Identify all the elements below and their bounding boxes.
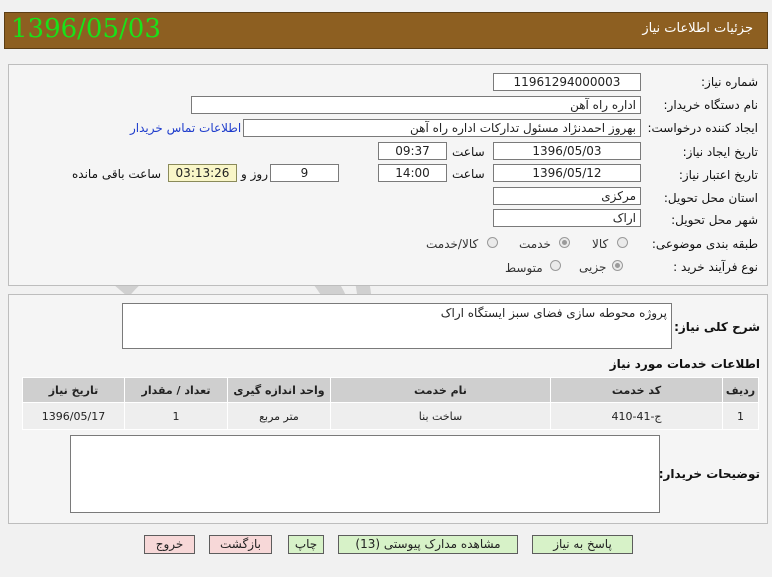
city-label: شهر محل تحویل:: [671, 213, 758, 227]
created-date-label: تاریخ ایجاد نیاز:: [682, 145, 758, 159]
validity-time-field: 14:00: [378, 164, 447, 182]
table-row: 1396/05/17 1 متر مربع ساخت بنا ج-41-410 …: [22, 402, 759, 430]
province-label: استان محل تحویل:: [663, 191, 758, 205]
buyer-notes-label: توضیحات خریدار:: [658, 467, 760, 481]
back-button[interactable]: بازگشت: [209, 535, 272, 554]
process-option-medium-label: متوسط: [505, 261, 543, 275]
created-date-field: 1396/05/03: [493, 142, 641, 160]
category-option-service-radio[interactable]: [559, 237, 570, 248]
header-date: 1396/05/03: [11, 14, 161, 44]
col-header-qty: تعداد / مقدار: [124, 377, 228, 403]
created-time-label: ساعت: [452, 145, 485, 159]
services-title: اطلاعات خدمات مورد نیاز: [609, 357, 760, 371]
category-option-goods-label: کالا: [592, 237, 609, 251]
days-remaining-field: 9: [270, 164, 339, 182]
cell-name: ساخت بنا: [330, 402, 551, 430]
need-number-field: 11961294000003: [493, 73, 641, 91]
validity-time-label: ساعت: [452, 167, 485, 181]
print-button[interactable]: چاپ: [288, 535, 324, 554]
requester-label: ایجاد کننده درخواست:: [647, 121, 758, 135]
process-option-minor-radio[interactable]: [612, 260, 623, 271]
cell-unit: متر مربع: [227, 402, 331, 430]
col-header-row: ردیف: [722, 377, 759, 403]
services-table: تاریخ نیاز تعداد / مقدار واحد اندازه گیر…: [22, 377, 759, 430]
buyer-notes-box: [70, 435, 660, 513]
buyer-org-field: اداره راه آهن: [191, 96, 641, 114]
process-label: نوع فرآیند خرید :: [673, 260, 758, 274]
category-option-goods-radio[interactable]: [617, 237, 628, 248]
category-option-service-label: خدمت: [519, 237, 551, 251]
cell-code: ج-41-410: [550, 402, 723, 430]
cell-qty: 1: [124, 402, 228, 430]
col-header-code: کد خدمت: [550, 377, 723, 403]
process-option-medium-radio[interactable]: [550, 260, 561, 271]
category-label: طبقه بندی موضوعی:: [651, 237, 758, 251]
attachments-button[interactable]: مشاهده مدارک پیوستی (13): [338, 535, 518, 554]
page-header: جزئیات اطلاعات نیاز 1396/05/03: [4, 12, 768, 49]
remaining-time-label: ساعت باقی مانده: [72, 167, 162, 181]
col-header-unit: واحد اندازه گیری: [227, 377, 331, 403]
col-header-date: تاریخ نیاز: [22, 377, 125, 403]
cell-row: 1: [722, 402, 759, 430]
category-option-both-radio[interactable]: [487, 237, 498, 248]
process-option-minor-label: جزیی: [579, 260, 607, 274]
description-box: پروژه محوطه سازی فضای سبز ایستگاه اراک: [122, 303, 672, 349]
cell-date: 1396/05/17: [22, 402, 125, 430]
need-number-label: شماره نیاز:: [701, 75, 758, 89]
city-field: اراک: [493, 209, 641, 227]
category-option-both-label: کالا/خدمت: [426, 237, 479, 251]
validity-date-label: تاریخ اعتبار نیاز:: [678, 168, 758, 182]
remaining-time-field: 03:13:26: [168, 164, 237, 182]
col-header-name: نام خدمت: [330, 377, 551, 403]
requester-field: بهروز احمدنژاد مسئول تدارکات اداره راه آ…: [243, 119, 641, 137]
buyer-contact-link[interactable]: اطلاعات تماس خریدار: [130, 121, 241, 135]
page-title: جزئیات اطلاعات نیاز: [642, 21, 753, 36]
days-label: روز و: [241, 167, 268, 181]
reply-button[interactable]: پاسخ به نیاز: [532, 535, 633, 554]
buyer-org-label: نام دستگاه خریدار:: [663, 98, 759, 112]
province-field: مرکزی: [493, 187, 641, 205]
description-label: شرح کلی نیاز:: [674, 320, 760, 334]
validity-date-field: 1396/05/12: [493, 164, 641, 182]
exit-button[interactable]: خروج: [144, 535, 195, 554]
created-time-field: 09:37: [378, 142, 447, 160]
